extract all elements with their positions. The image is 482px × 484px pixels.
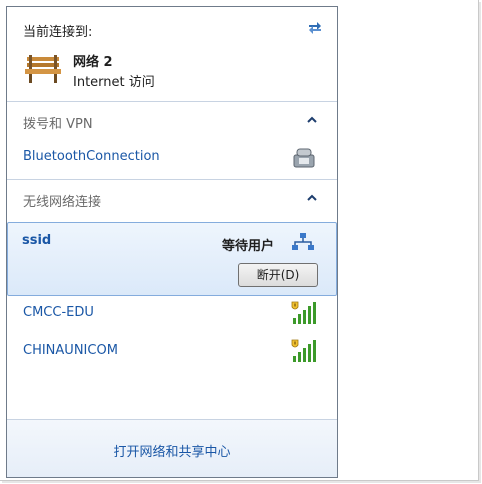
selected-network-ssid: ssid (22, 233, 52, 248)
dialup-vpn-section-title: 拨号和 VPN (23, 117, 93, 132)
wireless-section-title: 无线网络连接 (23, 195, 102, 210)
network-name-chinaunicom: CHINAUNICOM (23, 343, 118, 358)
refresh-arrows-icon[interactable] (306, 19, 324, 37)
network-name-cmcc-edu: CMCC-EDU (23, 305, 94, 320)
chevron-up-icon[interactable] (307, 116, 317, 124)
window-frame: 当前连接到: 网络 2 Internet 访问 拨号和 VPN Bluetoot… (0, 0, 479, 481)
wireless-section-header[interactable]: 无线网络连接 (7, 179, 337, 216)
footer-bar: 打开网络和共享中心 (7, 419, 337, 477)
wifi-signal-secured-icon (291, 339, 316, 362)
connecting-network-icon (292, 233, 314, 250)
list-item-bluetooth-connection[interactable]: BluetoothConnection (7, 139, 337, 175)
network-flyout-panel: 当前连接到: 网络 2 Internet 访问 拨号和 VPN Bluetoot… (6, 6, 338, 478)
open-network-sharing-center-link[interactable]: 打开网络和共享中心 (7, 441, 337, 460)
list-item-chinaunicom[interactable]: CHINAUNICOM (7, 333, 337, 369)
screenshot-page: 当前连接到: 网络 2 Internet 访问 拨号和 VPN Bluetoot… (0, 0, 482, 484)
selected-network-row[interactable]: ssid 等待用户 断开(D) (7, 222, 337, 296)
connection-status-text: 等待用户 (222, 239, 275, 254)
list-item-cmcc-edu[interactable]: CMCC-EDU (7, 295, 337, 331)
phone-icon (293, 148, 315, 168)
chevron-up-icon[interactable] (307, 194, 317, 202)
network-access-status: Internet 访问 (73, 75, 155, 90)
wifi-signal-secured-icon (291, 301, 316, 324)
dialup-vpn-section-header[interactable]: 拨号和 VPN (7, 101, 337, 138)
bluetooth-connection-label: BluetoothConnection (23, 149, 160, 164)
current-connection-header: 当前连接到: 网络 2 Internet 访问 (7, 7, 337, 101)
current-connection-label: 当前连接到: (23, 25, 93, 40)
disconnect-button[interactable]: 断开(D) (238, 263, 318, 287)
park-bench-icon (25, 55, 61, 83)
network-name: 网络 2 (73, 55, 113, 70)
